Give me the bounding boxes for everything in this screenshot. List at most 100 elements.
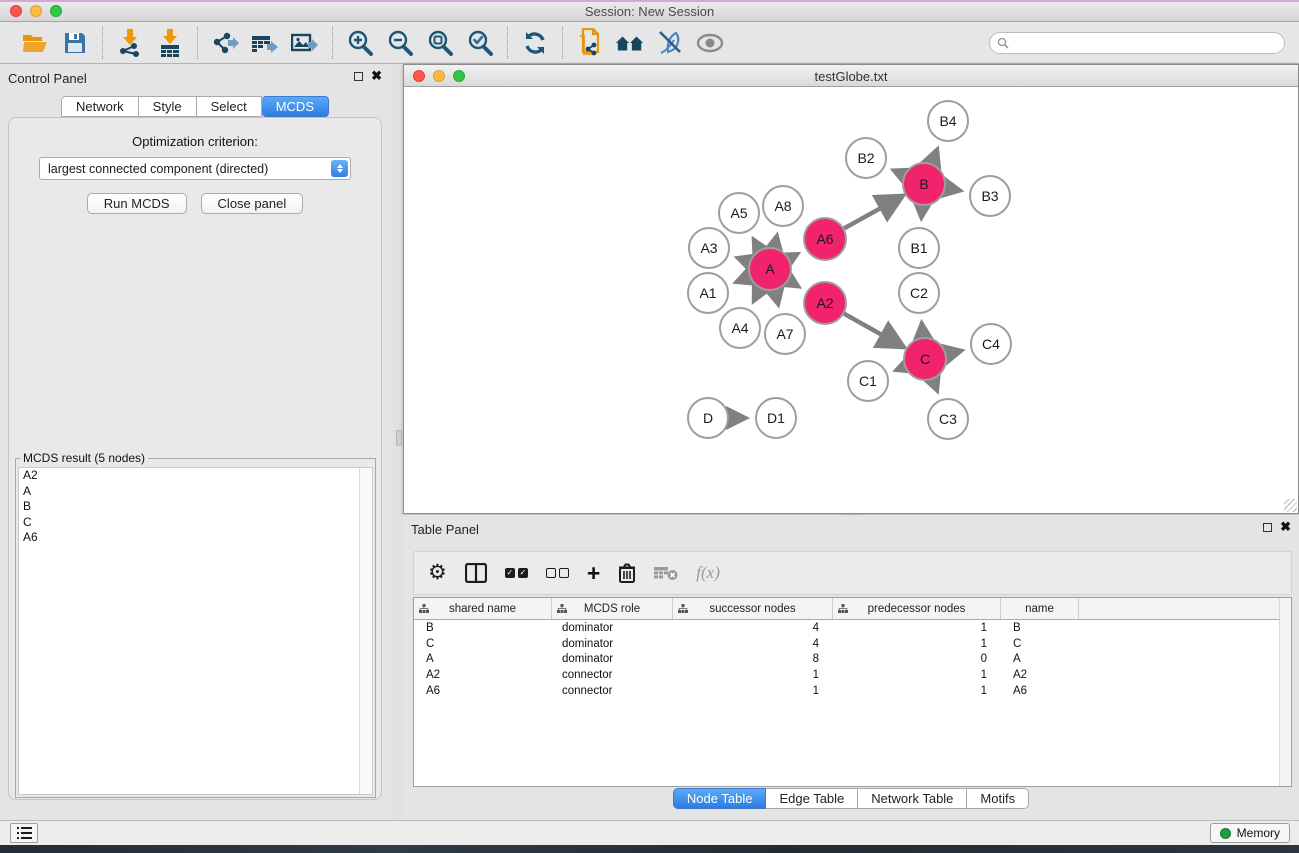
table-cell: C [1001,638,1079,650]
status-bar: Memory [0,820,1299,845]
export-network-icon[interactable] [210,28,240,58]
tab-style[interactable]: Style [139,96,197,117]
table-row[interactable]: Bdominator41B [414,620,1291,636]
graph-node-label-C4: C4 [982,336,1000,352]
graph-edge-C-C4[interactable] [945,350,962,354]
export-image-icon[interactable] [290,28,320,58]
tab-network[interactable]: Network [61,96,139,117]
graph-edge-B-B1[interactable] [921,205,922,219]
save-session-icon[interactable] [60,28,90,58]
run-mcds-button[interactable]: Run MCDS [87,193,187,214]
network-canvas[interactable]: AA1A2A3A4A5A6A7A8BB1B2B3B4CC1C2C3C4DD1 [404,88,1298,513]
new-network-from-selection-icon[interactable] [575,28,605,58]
column-header-mcds-role[interactable]: MCDS role [552,598,673,619]
table-cell: 0 [833,653,1001,665]
float-table-panel-icon[interactable] [1263,523,1272,532]
table-cell: 1 [833,669,1001,681]
delete-table-icon[interactable] [654,560,678,586]
network-window-titlebar[interactable]: testGlobe.txt [404,65,1298,87]
hide-selected-icon[interactable] [655,28,685,58]
result-scrollbar[interactable] [359,468,372,794]
refresh-icon[interactable] [520,28,550,58]
mcds-result-item[interactable]: C [19,515,372,531]
import-table-icon[interactable] [155,28,185,58]
zoom-selected-icon[interactable] [465,28,495,58]
search-input[interactable] [989,32,1285,54]
zoom-out-icon[interactable] [385,28,415,58]
import-network-icon[interactable] [115,28,145,58]
tab-select[interactable]: Select [197,96,262,117]
table-row[interactable]: A6connector11A6 [414,683,1291,699]
close-table-panel-icon[interactable]: ✖ [1280,522,1291,532]
zoom-in-icon[interactable] [345,28,375,58]
tab-node-table[interactable]: Node Table [673,788,767,809]
graph-edge-A-A7[interactable] [775,289,779,305]
window-resize-grip[interactable] [1284,499,1297,512]
graph-edge-A-A5[interactable] [753,238,760,250]
graph-edge-B-B4[interactable] [931,148,937,164]
graph-edge-C-C1[interactable] [895,367,905,371]
column-settings-icon[interactable]: ⚙ [428,560,447,586]
task-history-button[interactable] [10,823,38,843]
tab-edge-table[interactable]: Edge Table [766,788,858,809]
mcds-result-item[interactable]: A2 [19,468,372,484]
split-view-icon[interactable] [465,560,487,586]
table-cell: 1 [833,685,1001,697]
table-cell: dominator [552,653,673,665]
graph-edge-A-A6[interactable] [788,253,798,259]
tab-network-table[interactable]: Network Table [858,788,967,809]
export-table-icon[interactable] [250,28,280,58]
control-panel-tabs: Network Style Select MCDS [0,96,390,117]
float-panel-icon[interactable] [354,72,363,81]
mcds-result-item[interactable]: B [19,499,372,515]
table-cell: 1 [673,669,833,681]
close-panel-button[interactable]: Close panel [201,193,304,214]
graph-edge-A-A2[interactable] [788,280,800,287]
deselect-all-checkboxes-icon[interactable] [546,560,569,586]
graph-node-label-B3: B3 [981,188,998,204]
graph-edge-B-B3[interactable] [945,188,962,191]
column-header-successor-nodes[interactable]: successor nodes [673,598,833,619]
column-header-predecessor-nodes[interactable]: predecessor nodes [833,598,1001,619]
graph-node-label-A5: A5 [730,205,747,221]
network-window: testGlobe.txt AA1A2A3A4A5A6A7A8BB1B2B3B4… [403,64,1299,514]
graph-edge-A-A4[interactable] [753,288,760,302]
add-column-icon[interactable]: + [587,560,600,586]
mcds-result-list[interactable]: A2ABCA6 [18,467,373,795]
memory-button[interactable]: Memory [1210,823,1290,843]
show-all-icon[interactable] [695,28,725,58]
column-header-shared-name[interactable]: shared name [414,598,552,619]
table-row[interactable]: Cdominator41C [414,636,1291,652]
table-cell: A6 [414,685,552,697]
vertical-splitter-handle[interactable] [396,430,402,446]
graph-edge-A-A8[interactable] [774,234,777,248]
mcds-result-item[interactable]: A [19,484,372,500]
first-neighbors-icon[interactable] [615,28,645,58]
control-panel: Control Panel ✖ Network Style Select MCD… [0,64,390,820]
zoom-fit-icon[interactable] [425,28,455,58]
function-builder-icon[interactable]: f(x) [696,560,720,586]
graph-edge-C-C3[interactable] [933,379,938,392]
graph-edge-B-B2[interactable] [892,170,904,176]
criterion-dropdown[interactable]: largest connected component (directed) [39,157,351,180]
table-row[interactable]: Adominator80A [414,652,1291,668]
tab-mcds[interactable]: MCDS [262,96,329,117]
table-cell: connector [552,685,673,697]
close-panel-icon[interactable]: ✖ [371,71,382,81]
column-header-name[interactable]: name [1001,598,1079,619]
tab-motifs[interactable]: Motifs [967,788,1029,809]
mcds-result-item[interactable]: A6 [19,530,372,546]
graph-edge-A-A3[interactable] [736,257,750,262]
delete-column-icon[interactable] [618,560,636,586]
graph-edge-C-C2[interactable] [922,322,923,338]
table-cell: A [414,653,552,665]
open-file-icon[interactable] [20,28,50,58]
graph-edge-A6-B[interactable] [843,196,903,229]
table-cell: dominator [552,622,673,634]
table-scrollbar[interactable] [1279,598,1291,786]
graph-edge-A2-C[interactable] [843,313,904,347]
table-cell: B [1001,622,1079,634]
select-all-checkboxes-icon[interactable]: ✓✓ [505,560,528,586]
table-row[interactable]: A2connector11A2 [414,667,1291,683]
graph-edge-A-A1[interactable] [735,277,750,283]
